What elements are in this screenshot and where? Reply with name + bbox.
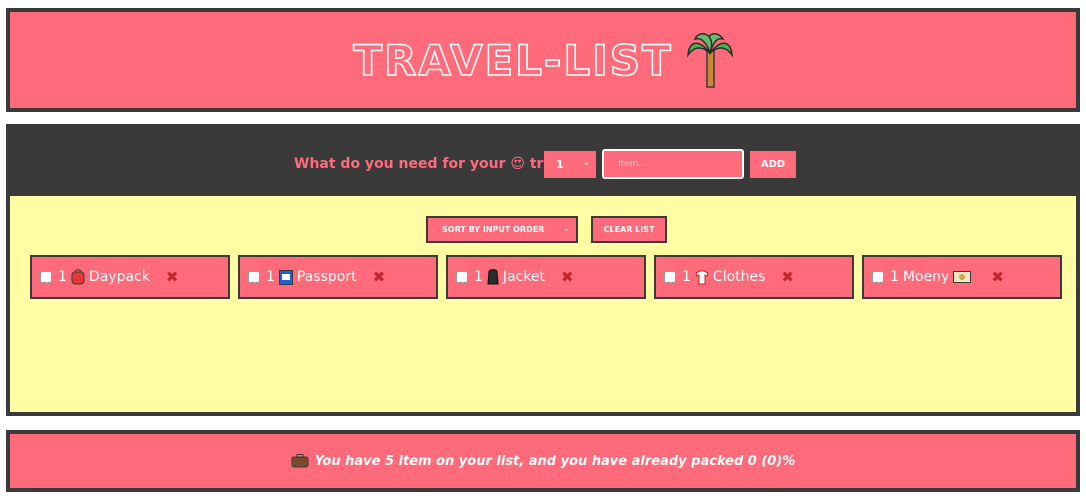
stats-text: You have 5 item on your list, and you ha… [314,453,796,469]
clothes-icon [695,270,709,285]
packed-checkbox[interactable] [40,271,52,283]
app-title: TRAVEL-LIST [353,35,673,86]
packed-checkbox[interactable] [248,271,260,283]
list-item: 1 Daypack ✖ [30,255,230,299]
packed-checkbox[interactable] [456,271,468,283]
sort-label: SORT BY INPUT ORDER [442,225,545,234]
list-item: 1 Jacket ✖ [446,255,646,299]
daypack-icon [71,269,85,285]
item-name: Daypack [88,269,150,285]
item-quantity: 1 [266,269,275,285]
delete-icon[interactable]: ✖ [166,268,179,286]
add-item-form: What do you need for your 😍 trip 1 ⌄ Ite… [10,128,1076,196]
form-question: What do you need for your 😍 trip [294,156,558,172]
money-icon [953,271,972,283]
suitcase-icon [291,454,309,468]
stats-footer: You have 5 item on your list, and you ha… [6,430,1080,492]
item-quantity: 1 [890,269,899,285]
add-button[interactable]: ADD [750,151,796,178]
palm-tree-icon [686,33,733,88]
app-header: TRAVEL-LIST [6,8,1080,112]
jacket-icon [487,269,499,285]
quantity-select[interactable]: 1 ⌄ [544,151,596,178]
item-name: Passport [296,269,357,285]
list-item: 1 Moeny ✖ [862,255,1062,299]
quantity-value: 1 [556,158,564,171]
list-item: 1 Passport ✖ [238,255,438,299]
passport-icon [278,269,293,285]
item-name: Moeny [902,269,950,285]
item-name: Jacket [502,269,546,285]
chevron-down-icon: ⌄ [562,224,570,234]
list-actions: SORT BY INPUT ORDER ⌄ CLEAR LIST [10,216,1076,244]
delete-icon[interactable]: ✖ [781,268,794,286]
item-placeholder: Item... [618,159,648,169]
item-input[interactable]: Item... [602,149,744,179]
chevron-down-icon: ⌄ [582,158,590,168]
main-panel: What do you need for your 😍 trip 1 ⌄ Ite… [6,124,1080,416]
question-before: What do you need for your [294,156,506,172]
item-quantity: 1 [682,269,691,285]
item-name: Clothes [712,269,766,285]
packed-checkbox[interactable] [872,271,884,283]
delete-icon[interactable]: ✖ [991,268,1004,286]
packed-checkbox[interactable] [664,271,676,283]
sort-select[interactable]: SORT BY INPUT ORDER ⌄ [426,216,578,243]
delete-icon[interactable]: ✖ [373,268,386,286]
list-item: 1 Clothes ✖ [654,255,854,299]
item-quantity: 1 [474,269,483,285]
item-quantity: 1 [58,269,67,285]
clear-list-button[interactable]: CLEAR LIST [591,216,667,243]
delete-icon[interactable]: ✖ [561,268,574,286]
heart-eyes-icon: 😍 [510,156,525,172]
